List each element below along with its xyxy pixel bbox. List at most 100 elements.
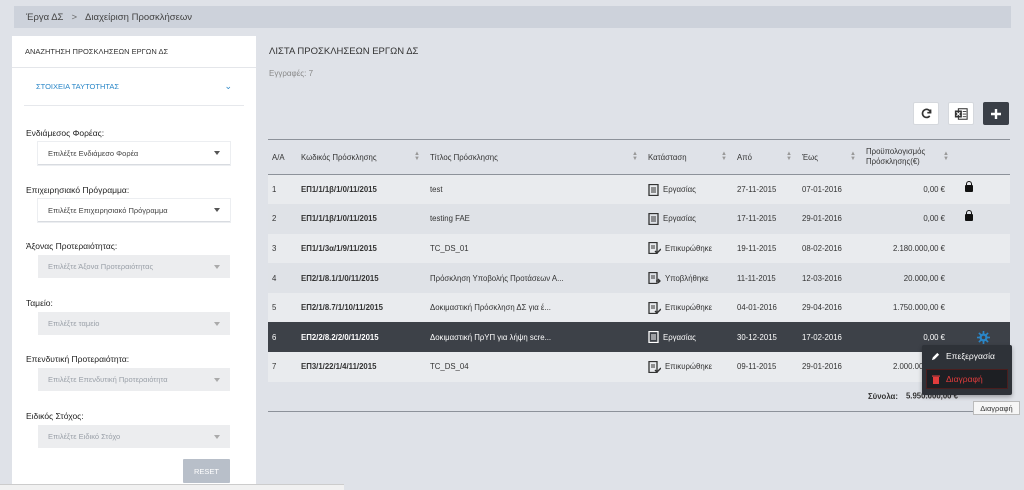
- select-placeholder: Επιλέξτε Άξονα Προτεραιότητας: [48, 262, 154, 271]
- call-budget: 2.180.000,00 €: [892, 243, 945, 253]
- call-code: ΕΠ1/1/3α/1/9/11/2015: [301, 243, 377, 253]
- row-number: 4: [272, 273, 277, 283]
- row-number: 2: [272, 214, 277, 224]
- date-to: 08-02-2016: [802, 243, 842, 253]
- call-title: Δοκιμαστική ΠρΥΠ για λήψη scre...: [430, 332, 552, 342]
- totals-row: Σύνολα: 5.950.000,00 €: [268, 382, 1010, 412]
- document-icon: [648, 183, 659, 196]
- document-icon: [648, 212, 659, 225]
- row-number: 7: [272, 362, 277, 372]
- call-budget: 0,00 €: [923, 214, 945, 224]
- plus-icon: [991, 108, 1001, 119]
- sort-icon: ▲ ▼: [721, 151, 727, 162]
- date-to: 29-04-2016: [802, 303, 842, 313]
- call-status: Επικυρώθηκε: [644, 352, 733, 382]
- select-placeholder: Επιλέξτε Επιχειρησιακό Πρόγραμμα: [48, 205, 168, 215]
- filter-label: Επενδυτική Προτεραιότητα:: [26, 354, 130, 364]
- col-code[interactable]: Κωδικός Πρόσκλησης ▲ ▼: [297, 140, 426, 175]
- date-from: 11-11-2015: [737, 273, 776, 283]
- lock-icon: [965, 210, 973, 222]
- document-icon: [648, 331, 659, 344]
- caret-down-icon: [214, 208, 220, 212]
- call-code: ΕΠ2/1/8.7/1/10/11/2015: [301, 303, 383, 313]
- export-excel-button[interactable]: [948, 102, 974, 125]
- table-row[interactable]: 4 ΕΠ2/1/8.1/1/0/11/2015 Πρόσκληση Υποβολής…: [268, 263, 1010, 293]
- row-number: 1: [272, 185, 277, 195]
- row-number: 6: [272, 332, 277, 342]
- filter-select[interactable]: Επιλέξτε Ενδιάμεσο Φορέα: [38, 142, 230, 165]
- table-row[interactable]: 3 ΕΠ1/1/3α/1/9/11/2015 TC_DS_01 Επικυρώθηκε…: [268, 233, 1010, 264]
- caret-down-icon: [214, 321, 220, 326]
- col-status[interactable]: Κατάσταση ▲ ▼: [644, 140, 733, 175]
- chevron-down-icon: ⌄: [224, 81, 232, 91]
- filter-label: Ενδιάμεσος Φορέας:: [26, 128, 105, 138]
- edit-menu-item[interactable]: Επεξεργασία: [922, 345, 1012, 367]
- filter-select: Επιλέξτε Ειδικό Στόχο: [38, 425, 230, 448]
- col-budget[interactable]: Προϋπολογισμός Πρόσκλησης(€) ▲ ▼: [862, 140, 955, 175]
- date-from: 27-11-2015: [737, 185, 777, 195]
- col-aa: Α/Α: [272, 152, 285, 162]
- page-title: ΛΙΣΤΑ ΠΡΟΣΚΛΗΣΕΩΝ ΕΡΓΩΝ ΔΣ: [269, 46, 419, 57]
- calls-table: Α/Α Κωδικός Πρόσκλησης ▲ ▼ Τίτλος Πρόσκλησ…: [268, 139, 1010, 412]
- reset-button[interactable]: RESET: [183, 459, 230, 483]
- call-budget: 1.750.000,00 €: [892, 303, 945, 313]
- row-actions: [955, 234, 1010, 264]
- call-code: ΕΠ1/1/1β/1/0/11/2015: [301, 185, 377, 195]
- call-status: Επικυρώθηκε: [644, 293, 733, 323]
- col-from[interactable]: Από ▲ ▼: [733, 140, 798, 175]
- sort-icon: ▲ ▼: [632, 151, 638, 162]
- filter-label: Ειδικός Στόχος:: [26, 411, 84, 421]
- date-to: 07-01-2016: [802, 185, 842, 195]
- select-placeholder: Επιλέξτε Ενδιάμεσο Φορέα: [48, 148, 139, 158]
- caret-down-icon: [214, 264, 220, 269]
- filter-select[interactable]: Επιλέξτε Επιχειρησιακό Πρόγραμμα: [38, 199, 230, 222]
- sidebar-title: ΑΝΑΖΗΤΗΣΗ ΠΡΟΣΚΛΗΣΕΩΝ ΕΡΓΩΝ ΔΣ: [12, 36, 256, 68]
- call-code: ΕΠ2/1/8.1/1/0/11/2015: [301, 273, 379, 283]
- date-from: 17-11-2015: [737, 214, 777, 224]
- refresh-button[interactable]: [913, 102, 939, 125]
- call-code: ΕΠ3/1/22/1/4/11/2015: [301, 362, 377, 372]
- sort-icon: ▲ ▼: [414, 151, 420, 162]
- call-budget: 0,00 €: [923, 185, 945, 195]
- identity-section-header[interactable]: ΣΤΟΙΧΕΙΑ ΤΑΥΤΟΤΗΤΑΣ ⌄: [24, 68, 244, 106]
- document-approved-icon: [648, 242, 661, 255]
- filter-label: Άξονας Προτεραιότητας:: [26, 241, 118, 251]
- call-title: testing FAE: [430, 214, 470, 224]
- table-row[interactable]: 1 ΕΠ1/1/1β/1/0/11/2015 test Εργασίας 27-11-2…: [268, 174, 1010, 205]
- filter-select: Επιλέξτε Άξονα Προτεραιότητας: [38, 255, 230, 278]
- caret-down-icon: [214, 377, 220, 382]
- row-number: 3: [272, 243, 277, 253]
- document-approved-icon: [648, 360, 661, 373]
- call-budget: 20.000,00 €: [903, 273, 945, 283]
- date-to: 17-02-2016: [802, 332, 842, 342]
- col-title[interactable]: Τίτλος Πρόσκλησης ▲ ▼: [426, 140, 644, 175]
- call-code: ΕΠ2/2/8.2/2/0/11/2015: [301, 332, 379, 342]
- row-action-menu: Επεξεργασία Διαγραφή: [922, 345, 1012, 395]
- excel-icon: [954, 107, 968, 120]
- breadcrumb-root[interactable]: Έργα ΔΣ: [26, 12, 63, 23]
- row-actions: [955, 293, 1010, 323]
- call-status: Εργασίας: [644, 322, 733, 352]
- row-actions: [955, 175, 1010, 205]
- pencil-icon: [931, 352, 940, 360]
- tooltip: Διαγραφή: [973, 401, 1020, 415]
- select-placeholder: Επιλέξτε ταμείο: [48, 319, 100, 328]
- table-row[interactable]: 2 ΕΠ1/1/1β/1/0/11/2015 testing FAE Εργασίας…: [268, 204, 1010, 234]
- records-count: Εγγραφές: 7: [269, 69, 314, 78]
- caret-down-icon: [214, 434, 220, 439]
- trash-icon: [932, 375, 940, 384]
- date-to: 12-03-2016: [802, 273, 842, 283]
- filter-select: Επιλέξτε ταμείο: [38, 312, 230, 335]
- call-code: ΕΠ1/1/1β/1/0/11/2015: [301, 214, 377, 224]
- table-row[interactable]: 7 ΕΠ3/1/22/1/4/11/2015 TC_DS_04 Επικυρώθηκε…: [268, 352, 1010, 382]
- date-from: 30-12-2015: [737, 332, 777, 342]
- select-placeholder: Επιλέξτε Ειδικό Στόχο: [48, 432, 121, 441]
- call-title: Πρόσκληση Υποβολής Προτάσεων Α...: [430, 273, 564, 283]
- document-submitted-icon: [648, 272, 661, 285]
- table-row[interactable]: 6 ΕΠ2/2/8.2/2/0/11/2015 Δοκιμαστική ΠρΥΠ γ…: [268, 322, 1010, 353]
- add-button[interactable]: [983, 102, 1009, 125]
- col-to[interactable]: Έως ▲ ▼: [798, 140, 862, 175]
- delete-menu-item[interactable]: Διαγραφή: [926, 369, 1008, 389]
- table-row[interactable]: 5 ΕΠ2/1/8.7/1/10/11/2015 Δοκιμαστική Πρόσκ…: [268, 292, 1010, 323]
- gear-icon[interactable]: [977, 330, 990, 344]
